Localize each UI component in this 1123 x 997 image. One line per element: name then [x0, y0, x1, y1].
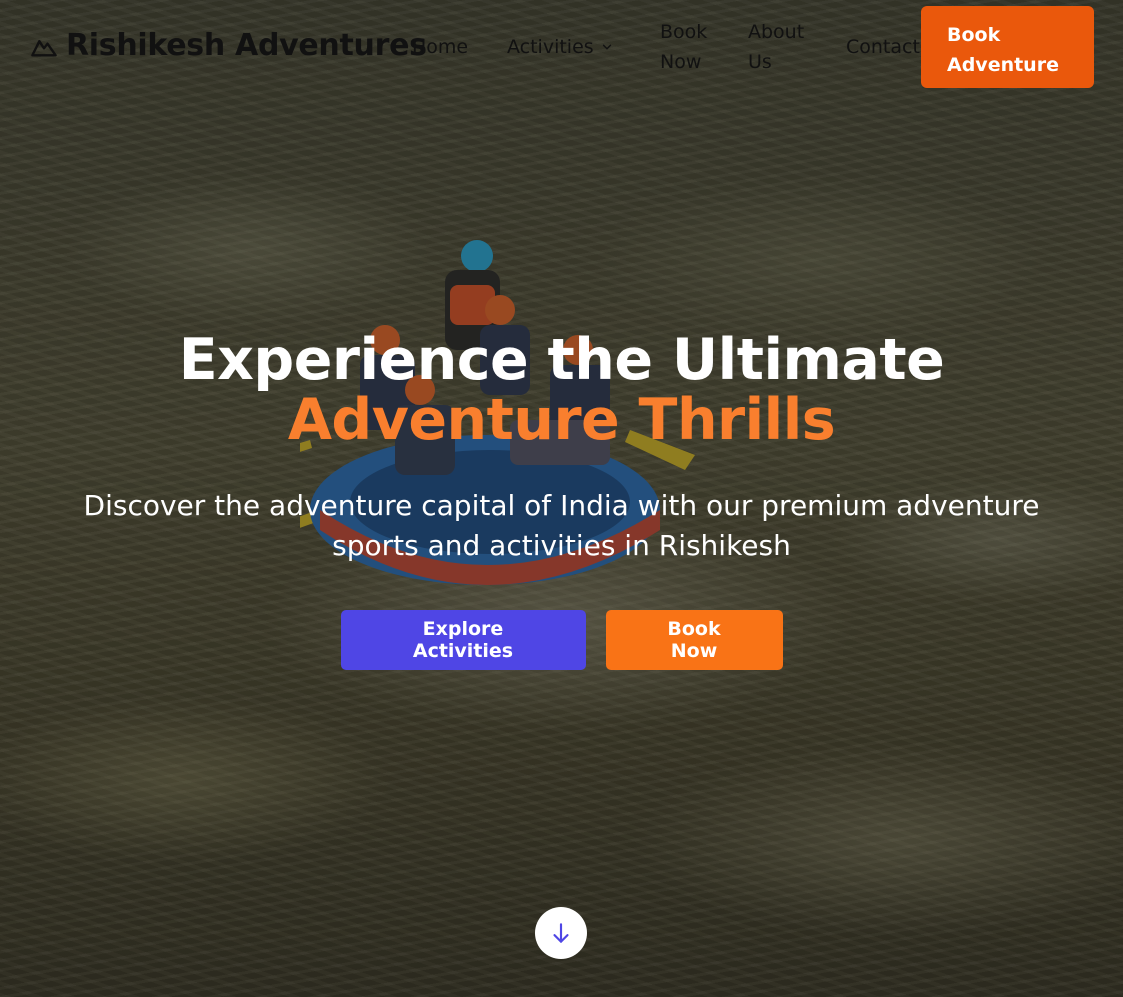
brand-logo[interactable]: Rishikesh Adventures — [30, 28, 427, 63]
hero-content: Experience the Ultimate Adventure Thrill… — [0, 330, 1123, 670]
book-adventure-button[interactable]: Book Adventure — [921, 6, 1094, 88]
mountain-icon — [31, 39, 57, 56]
nav-link-about-us[interactable]: About Us — [748, 17, 808, 77]
chevron-down-icon — [602, 44, 611, 50]
hero-title-line1: Experience the Ultimate — [178, 327, 945, 393]
nav-activities-label: Activities — [507, 36, 594, 58]
nav-link-book-now[interactable]: Book Now — [660, 17, 720, 77]
scroll-down-button[interactable] — [535, 907, 587, 959]
book-now-button[interactable]: Book Now — [605, 610, 783, 670]
arrow-down-icon — [553, 923, 569, 943]
hero-subtitle: Discover the adventure capital of India … — [83, 489, 1040, 562]
nav-link-activities[interactable]: Activities — [507, 32, 614, 62]
hero-section: Rishikesh Adventures Home Activities Boo… — [0, 0, 1123, 997]
nav-link-home[interactable]: Home — [412, 32, 468, 62]
nav-link-contact[interactable]: Contact — [846, 32, 920, 62]
explore-activities-button[interactable]: Explore Activities — [340, 610, 586, 670]
navbar: Rishikesh Adventures Home Activities Boo… — [0, 0, 1123, 94]
brand-name: Rishikesh Adventures — [66, 28, 427, 63]
hero-title-accent: Adventure Thrills — [287, 387, 836, 453]
hero-button-row: Explore Activities Book Now — [0, 610, 1123, 670]
hero-title: Experience the Ultimate Adventure Thrill… — [0, 330, 1123, 450]
